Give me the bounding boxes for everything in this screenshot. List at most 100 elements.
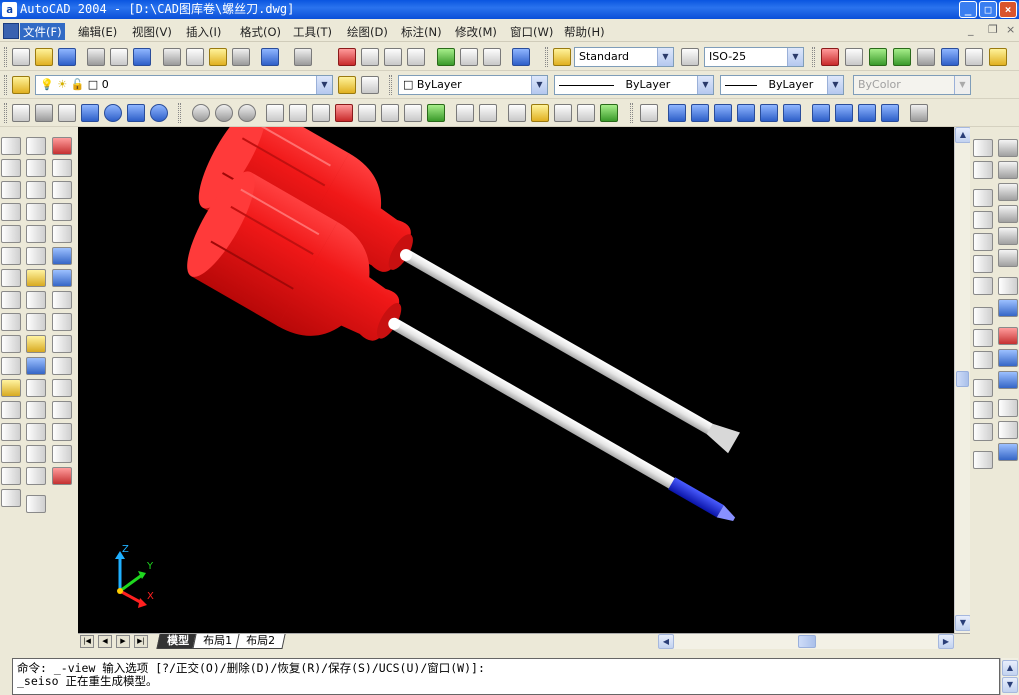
rotate-faces-icon[interactable]	[358, 104, 376, 122]
taper-faces-icon[interactable]	[381, 104, 399, 122]
chamfer-icon[interactable]	[52, 423, 72, 441]
hatch-icon[interactable]	[1, 445, 21, 463]
3d-mesh-icon[interactable]	[35, 104, 53, 122]
open-icon[interactable]	[35, 48, 53, 66]
minimize-button[interactable]: _	[959, 1, 977, 18]
gouraud-edges-icon[interactable]	[150, 104, 168, 122]
break-icon[interactable]	[52, 401, 72, 419]
sun-icon[interactable]: ☀	[57, 78, 67, 91]
ellipse-arc-icon[interactable]	[1, 357, 21, 375]
scroll-up-button[interactable]: ▲	[955, 127, 971, 143]
rectangle-icon[interactable]	[1, 225, 21, 243]
quick-dimension-icon[interactable]	[26, 269, 46, 287]
help-icon[interactable]	[512, 48, 530, 66]
move-faces-icon[interactable]	[289, 104, 307, 122]
chevron-down-icon[interactable]: ▼	[531, 76, 547, 94]
extrude-faces-icon[interactable]	[266, 104, 284, 122]
imprint-icon[interactable]	[456, 104, 474, 122]
setup-view-icon[interactable]	[998, 421, 1018, 439]
3d-face-icon[interactable]	[12, 104, 30, 122]
new-icon[interactable]	[12, 48, 30, 66]
multiline-text-icon[interactable]	[26, 495, 46, 513]
zoom-realtime-icon[interactable]	[361, 48, 379, 66]
lineweight-control-select[interactable]: ByLayer ▼	[720, 75, 844, 95]
dimension-style-manager-icon[interactable]	[26, 467, 46, 485]
3d-swivel-icon[interactable]	[893, 48, 911, 66]
y-axis-rotate-ucs-icon[interactable]	[973, 401, 993, 419]
toolbar-grip[interactable]	[178, 103, 181, 123]
toolbar-grip[interactable]	[630, 103, 633, 123]
3d-distance-icon[interactable]	[917, 48, 935, 66]
horizontal-scrollbar[interactable]: ◀ ▶	[658, 634, 954, 649]
zoom-3d-icon[interactable]	[845, 48, 863, 66]
vertical-scrollbar[interactable]: ▲ ▼	[954, 127, 971, 633]
table-icon[interactable]	[1, 489, 21, 507]
toolbar-grip[interactable]	[389, 75, 392, 95]
move-icon[interactable]	[52, 247, 72, 265]
offset-faces-icon[interactable]	[312, 104, 330, 122]
solid-interference-icon[interactable]	[998, 371, 1018, 389]
zoom-previous-icon[interactable]	[407, 48, 425, 66]
ne-isometric-icon[interactable]	[858, 104, 876, 122]
command-line-scrollbar[interactable]: ▲ ▼	[1000, 658, 1018, 695]
setup-profile-icon[interactable]	[998, 443, 1018, 461]
erase-icon[interactable]	[52, 137, 72, 155]
solid-slice-icon[interactable]	[998, 327, 1018, 345]
properties-icon[interactable]	[437, 48, 455, 66]
linetype-control-select[interactable]: ByLayer ▼	[554, 75, 714, 95]
cut-icon[interactable]	[163, 48, 181, 66]
arc-icon[interactable]	[1, 247, 21, 265]
menu-format[interactable]: 格式(O)	[237, 23, 284, 40]
circle-icon[interactable]	[1, 269, 21, 287]
toolbar-grip[interactable]	[4, 75, 7, 95]
menu-edit[interactable]: 编辑(E)	[75, 23, 120, 40]
z-axis-rotate-ucs-icon[interactable]	[973, 423, 993, 441]
separate-icon[interactable]	[508, 104, 526, 122]
flat-shaded-icon[interactable]	[81, 104, 99, 122]
toolbar-grip[interactable]	[4, 47, 7, 67]
menu-modify[interactable]: 修改(M)	[452, 23, 500, 40]
explode-icon[interactable]	[52, 467, 72, 485]
scroll-left-button[interactable]: ◀	[658, 634, 674, 649]
paste-icon[interactable]	[209, 48, 227, 66]
dimension-edit-icon[interactable]	[26, 401, 46, 419]
bottom-view-icon[interactable]	[691, 104, 709, 122]
sw-isometric-icon[interactable]	[812, 104, 830, 122]
publish-icon[interactable]	[133, 48, 151, 66]
dimension-text-edit-icon[interactable]	[26, 423, 46, 441]
layer-manager-icon[interactable]	[12, 76, 30, 94]
spline-icon[interactable]	[1, 313, 21, 331]
center-mark-icon[interactable]	[26, 379, 46, 397]
scale-icon[interactable]	[52, 291, 72, 309]
right-view-icon[interactable]	[737, 104, 755, 122]
lock-icon[interactable]: 🔓	[71, 78, 85, 91]
union-icon[interactable]	[192, 104, 210, 122]
ucs-icon-tool[interactable]	[973, 139, 993, 157]
diameter-dimension-icon[interactable]	[26, 225, 46, 243]
solid-torus-icon[interactable]	[998, 249, 1018, 267]
slice-icon[interactable]	[600, 104, 618, 122]
layer-select[interactable]: 💡 ☀ 🔓 □ 0 ▼	[35, 75, 333, 95]
solid-sphere-icon[interactable]	[998, 161, 1018, 179]
solid-wedge-icon[interactable]	[998, 227, 1018, 245]
previous-tab-button[interactable]: ◀	[98, 635, 112, 648]
x-axis-rotate-ucs-icon[interactable]	[973, 379, 993, 397]
region-icon[interactable]	[1, 467, 21, 485]
undo-icon[interactable]	[261, 48, 279, 66]
make-block-icon[interactable]	[1, 401, 21, 419]
menu-draw[interactable]: 绘图(D)	[344, 23, 391, 40]
solid-cone-icon[interactable]	[998, 205, 1018, 223]
plot-preview-icon[interactable]	[110, 48, 128, 66]
trim-icon[interactable]	[52, 335, 72, 353]
polyline-icon[interactable]	[1, 181, 21, 199]
menu-tools[interactable]: 工具(T)	[290, 23, 335, 40]
front-view-icon[interactable]	[760, 104, 778, 122]
command-scroll-up-button[interactable]: ▲	[1002, 660, 1018, 676]
text-style-select[interactable]: Standard ▼	[574, 47, 674, 67]
se-isometric-icon[interactable]	[835, 104, 853, 122]
nw-isometric-icon[interactable]	[881, 104, 899, 122]
command-line[interactable]: 命令: _-view 输入选项 [?/正交(O)/删除(D)/恢复(R)/保存(…	[12, 658, 1000, 695]
fillet-icon[interactable]	[52, 445, 72, 463]
color-faces-icon[interactable]	[427, 104, 445, 122]
toolbar-grip[interactable]	[4, 103, 7, 123]
